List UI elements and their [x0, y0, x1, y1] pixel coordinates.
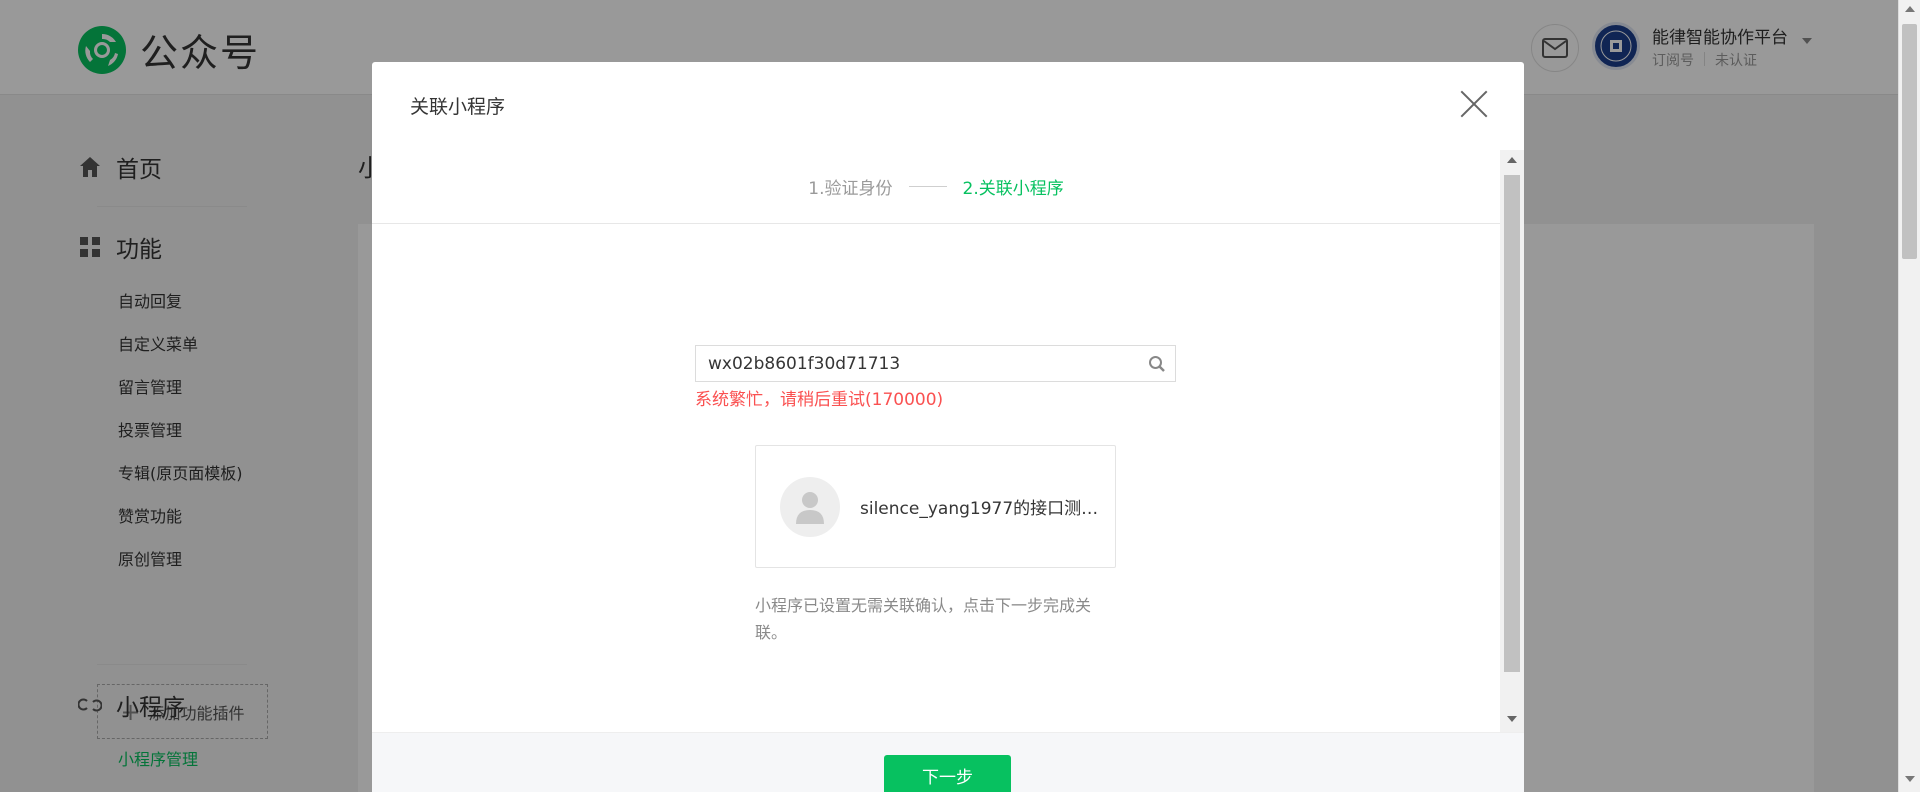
user-placeholder-icon — [796, 491, 824, 524]
next-step-button[interactable]: 下一步 — [884, 755, 1011, 792]
scroll-up-arrow-icon[interactable] — [1507, 157, 1517, 163]
step-connector — [908, 186, 947, 187]
search-icon — [1149, 355, 1165, 372]
miniprogram-name: silence_yang1977的接口测试号 — [860, 499, 1100, 519]
step-link-miniprogram: 2.关联小程序 — [962, 179, 1064, 199]
step-indicator: 1.验证身份 2.关联小程序 — [372, 174, 1500, 199]
error-message: 系统繁忙，请稍后重试(170000) — [695, 390, 944, 410]
scroll-down-arrow-icon[interactable] — [1905, 776, 1915, 782]
link-miniprogram-dialog: 关联小程序 1.验证身份 2.关联小程序 系统繁忙，请稍后重试(170000) … — [372, 62, 1524, 792]
link-note: 小程序已设置无需关联确认，点击下一步完成关联。 — [755, 596, 1092, 642]
search-button[interactable] — [1139, 346, 1175, 381]
close-icon[interactable] — [1460, 90, 1488, 118]
dialog-footer: 下一步 — [372, 732, 1524, 792]
page-scroll-thumb[interactable] — [1902, 24, 1917, 259]
dialog-scrollbar[interactable] — [1500, 150, 1524, 732]
steps-divider — [372, 223, 1500, 224]
page-scrollbar[interactable] — [1898, 0, 1920, 792]
appid-search-input[interactable] — [696, 346, 1139, 381]
appid-search-box — [695, 345, 1176, 382]
step-verify-identity: 1.验证身份 — [808, 179, 893, 199]
dialog-scroll-thumb[interactable] — [1504, 175, 1520, 672]
dialog-title: 关联小程序 — [410, 96, 506, 118]
miniprogram-card[interactable]: silence_yang1977的接口测试号 — [755, 445, 1116, 568]
scroll-down-arrow-icon[interactable] — [1507, 716, 1517, 722]
miniprogram-avatar — [780, 476, 840, 537]
scroll-up-arrow-icon[interactable] — [1905, 6, 1915, 12]
